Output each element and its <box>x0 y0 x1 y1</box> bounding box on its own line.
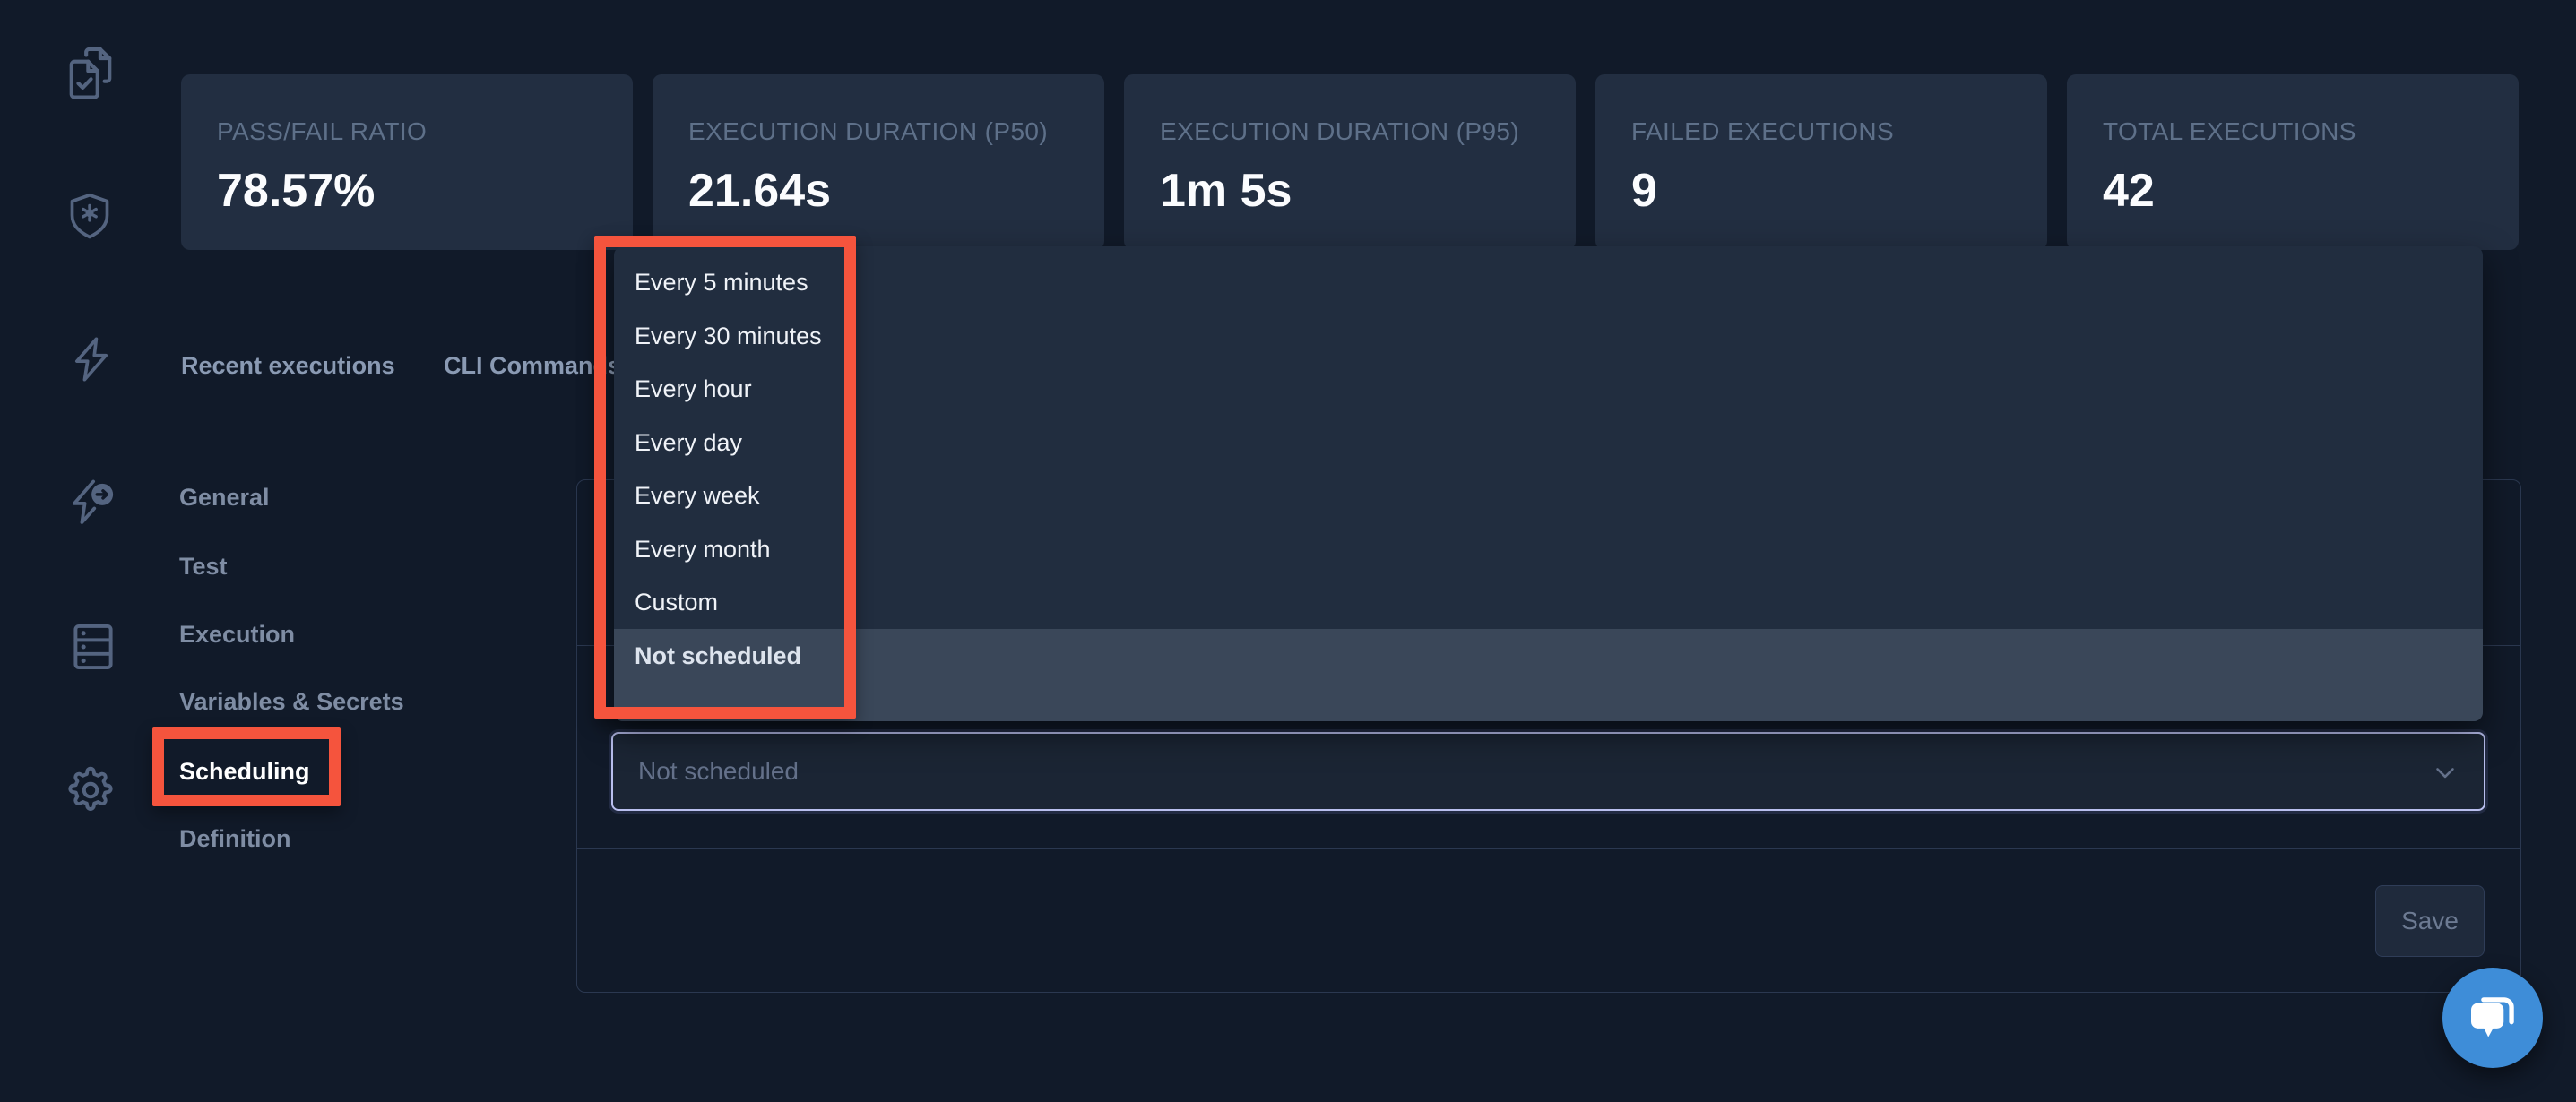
settings-nav-definition[interactable]: Definition <box>179 825 290 853</box>
settings-nav-execution[interactable]: Execution <box>179 621 295 649</box>
stat-value: 1m 5s <box>1160 164 1292 218</box>
dropdown-option-every-30-minutes[interactable]: Every 30 minutes <box>614 310 2483 364</box>
sidebar-item-settings[interactable] <box>65 765 116 815</box>
sidebar-item-test-suites[interactable] <box>66 191 113 243</box>
dropdown-option-every-5-minutes[interactable]: Every 5 minutes <box>614 256 2483 310</box>
lightning-bolt-arrow-icon <box>66 478 118 531</box>
stat-card-duration-p95: EXECUTION DURATION (P95) 1m 5s <box>1124 74 1576 250</box>
dropdown-option-every-day[interactable]: Every day <box>614 417 2483 470</box>
stat-label: PASS/FAIL RATIO <box>217 117 427 146</box>
lightning-bolt-icon <box>68 335 115 383</box>
settings-nav-variables-secrets[interactable]: Variables & Secrets <box>179 688 404 716</box>
tests-icon <box>65 43 117 104</box>
stats-row: PASS/FAIL RATIO 78.57% EXECUTION DURATIO… <box>181 74 2519 250</box>
stat-card-duration-p50: EXECUTION DURATION (P50) 21.64s <box>653 74 1104 250</box>
stat-label: EXECUTION DURATION (P50) <box>688 117 1048 146</box>
sidebar-item-sources[interactable] <box>68 620 118 674</box>
sidebar-item-tests[interactable] <box>65 43 117 104</box>
annotation-box-scheduling <box>152 727 341 806</box>
settings-nav-general[interactable]: General <box>179 484 270 512</box>
stat-card-failed-executions: FAILED EXECUTIONS 9 <box>1595 74 2047 250</box>
chevron-down-icon <box>2430 757 2460 792</box>
stat-value: 21.64s <box>688 164 831 218</box>
stat-label: FAILED EXECUTIONS <box>1631 117 1894 146</box>
stat-card-pass-fail-ratio: PASS/FAIL RATIO 78.57% <box>181 74 633 250</box>
panel-footer-divider <box>577 848 2520 849</box>
schedule-select[interactable]: Not scheduled <box>611 732 2485 811</box>
scheduling-settings-page: PASS/FAIL RATIO 78.57% EXECUTION DURATIO… <box>0 0 2576 1102</box>
dropdown-option-every-week[interactable]: Every week <box>614 469 2483 523</box>
stat-value: 9 <box>1631 164 1657 218</box>
stat-card-total-executions: TOTAL EXECUTIONS 42 <box>2067 74 2519 250</box>
chat-launcher-button[interactable] <box>2442 968 2543 1068</box>
annotation-box-dropdown <box>594 236 856 719</box>
save-button[interactable]: Save <box>2375 885 2485 957</box>
tab-recent-executions[interactable]: Recent executions <box>181 352 395 380</box>
stat-value: 42 <box>2103 164 2155 218</box>
gear-icon <box>65 765 116 815</box>
schedule-dropdown-menu: Every 5 minutes Every 30 minutes Every h… <box>614 246 2483 721</box>
schedule-select-value: Not scheduled <box>638 757 799 786</box>
dropdown-option-not-scheduled[interactable]: Not scheduled <box>614 629 2483 721</box>
save-button-label: Save <box>2401 907 2459 935</box>
stat-label: EXECUTION DURATION (P95) <box>1160 117 1519 146</box>
settings-nav-test[interactable]: Test <box>179 553 228 581</box>
sidebar-item-webhooks[interactable] <box>66 478 118 531</box>
server-stack-icon <box>68 620 118 674</box>
chat-bubbles-icon <box>2464 987 2521 1049</box>
stat-label: TOTAL EXECUTIONS <box>2103 117 2356 146</box>
shield-gear-icon <box>66 191 113 243</box>
dropdown-option-every-hour[interactable]: Every hour <box>614 363 2483 417</box>
stat-value: 78.57% <box>217 164 375 218</box>
dropdown-option-custom[interactable]: Custom <box>614 576 2483 630</box>
dropdown-option-every-month[interactable]: Every month <box>614 523 2483 577</box>
sidebar-item-triggers[interactable] <box>68 335 115 383</box>
